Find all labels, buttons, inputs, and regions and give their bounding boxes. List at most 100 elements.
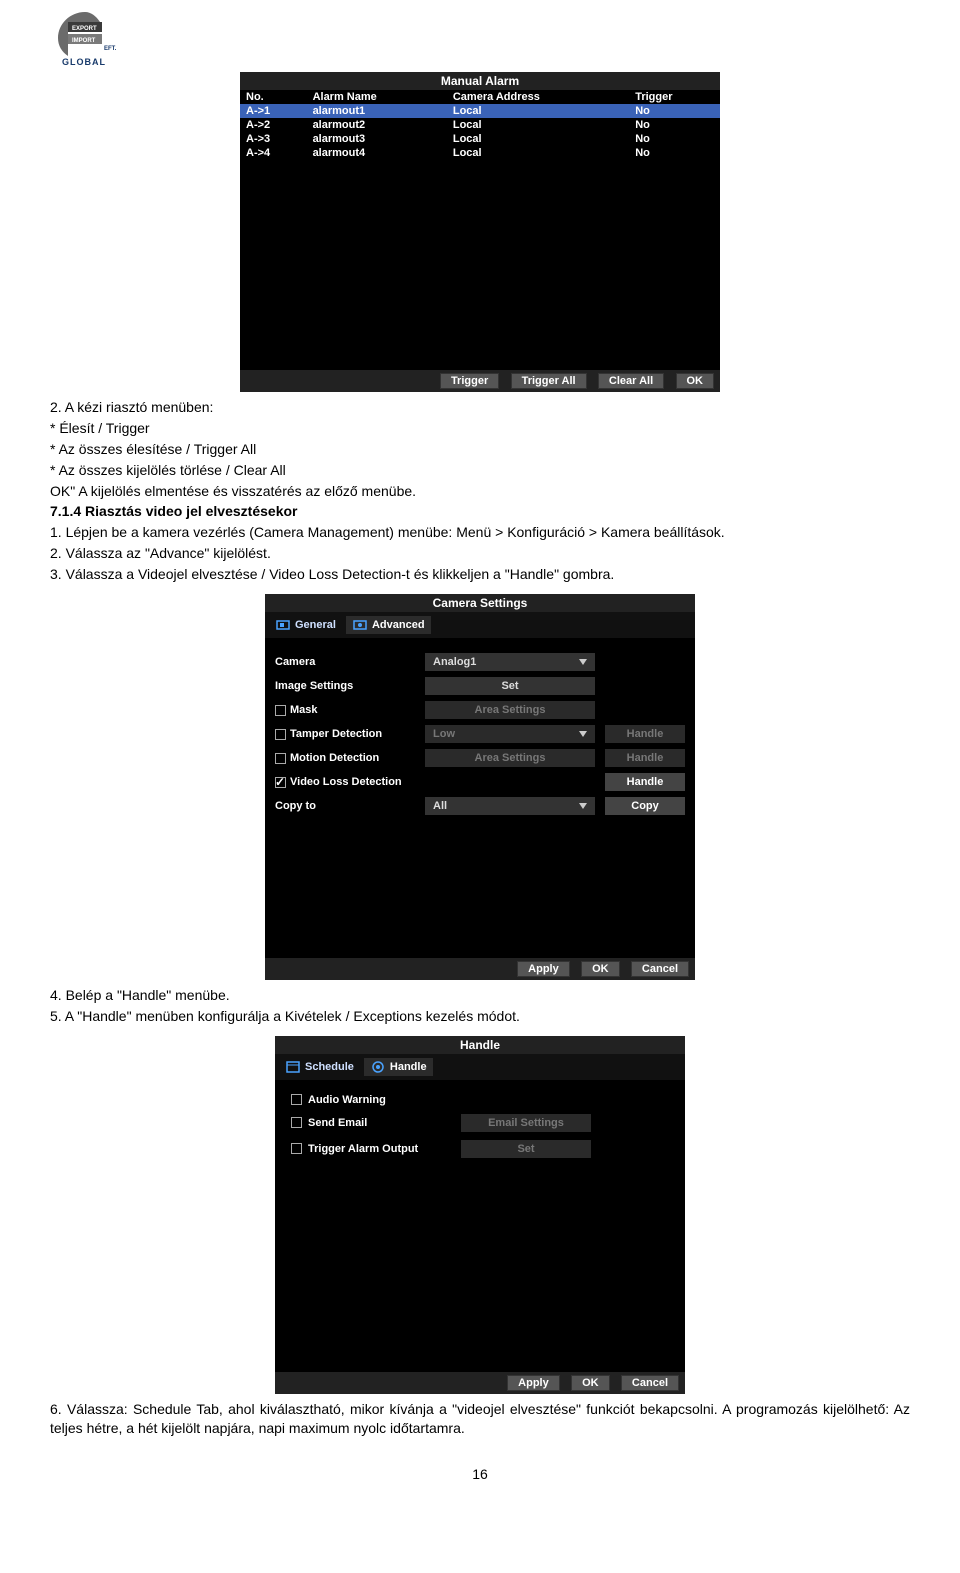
tab-advanced[interactable]: Advanced	[346, 616, 431, 634]
chevron-down-icon	[579, 803, 587, 809]
camera-tabs: General Advanced	[265, 612, 695, 638]
camera-settings-title: Camera Settings	[265, 594, 695, 612]
tab-schedule[interactable]: Schedule	[279, 1058, 360, 1076]
doc-block-3: 6. Válassza: Schedule Tab, ahol kiválasz…	[50, 1400, 910, 1438]
send-email-label: Send Email	[308, 1117, 367, 1129]
row-tamper: Tamper Detection Low Handle	[265, 722, 695, 746]
doc-line: OK" A kijelölés elmentése és visszatérés…	[50, 482, 910, 501]
manual-alarm-table: No. Alarm Name Camera Address Trigger A-…	[240, 90, 720, 160]
video-loss-label: Video Loss Detection	[290, 776, 402, 788]
logo-import-text: IMPORT	[72, 38, 96, 44]
trigger-set-button[interactable]: Set	[461, 1140, 591, 1158]
logo-global-text: GLOBAL	[62, 57, 106, 67]
camera-label: Camera	[275, 656, 415, 668]
table-row[interactable]: A->1 alarmout1 Local No	[240, 104, 720, 118]
col-addr: Camera Address	[447, 90, 629, 104]
row-motion: Motion Detection Area Settings Handle	[265, 746, 695, 770]
table-row[interactable]: A->4 alarmout4 Local No	[240, 146, 720, 160]
ok-button[interactable]: OK	[676, 373, 715, 389]
trigger-all-button[interactable]: Trigger All	[511, 373, 587, 389]
doc-line: 2. Válassza az "Advance" kijelölést.	[50, 544, 910, 563]
handle-title: Handle	[275, 1036, 685, 1054]
clear-all-button[interactable]: Clear All	[598, 373, 664, 389]
row-image-settings: Image Settings Set	[265, 674, 695, 698]
row-video-loss: Video Loss Detection Handle	[265, 770, 695, 794]
copy-button[interactable]: Copy	[605, 797, 685, 815]
brand-logo: EXPORT IMPORT GLOBAL EFT.	[50, 10, 120, 70]
manual-alarm-title: Manual Alarm	[240, 72, 720, 90]
row-trigger-alarm: Trigger Alarm Output Set	[291, 1136, 669, 1162]
doc-heading: 7.1.4 Riasztás video jel elvesztésekor	[50, 502, 910, 521]
row-mask: Mask Area Settings	[265, 698, 695, 722]
row-copy-to: Copy to All Copy	[265, 794, 695, 818]
schedule-icon	[285, 1059, 301, 1075]
doc-line: 4. Belép a "Handle" menübe.	[50, 986, 910, 1005]
audio-warning-checkbox[interactable]	[291, 1094, 302, 1105]
doc-line: * Élesít / Trigger	[50, 419, 910, 438]
handle-tabs: Schedule Handle	[275, 1054, 685, 1080]
tab-handle-label: Handle	[390, 1061, 427, 1073]
audio-warning-label: Audio Warning	[308, 1094, 386, 1106]
row-camera: Camera Analog1	[265, 650, 695, 674]
tab-general-label: General	[295, 619, 336, 631]
chevron-down-icon	[579, 731, 587, 737]
mask-checkbox[interactable]	[275, 705, 286, 716]
apply-button[interactable]: Apply	[517, 961, 570, 977]
tab-advanced-label: Advanced	[372, 619, 425, 631]
mask-label: Mask	[290, 704, 318, 716]
general-icon	[275, 617, 291, 633]
video-loss-handle-button[interactable]: Handle	[605, 773, 685, 791]
trigger-button[interactable]: Trigger	[440, 373, 499, 389]
camera-settings-buttons: Apply OK Cancel	[265, 958, 695, 980]
trigger-alarm-checkbox[interactable]	[291, 1143, 302, 1154]
motion-checkbox[interactable]	[275, 753, 286, 764]
tamper-select[interactable]: Low	[425, 725, 595, 743]
row-send-email: Send Email Email Settings	[291, 1110, 669, 1136]
logo-export-text: EXPORT	[72, 26, 97, 32]
col-trigger: Trigger	[629, 90, 720, 104]
cancel-button[interactable]: Cancel	[621, 1375, 679, 1391]
doc-line: 1. Lépjen be a kamera vezérlés (Camera M…	[50, 523, 910, 542]
doc-line: * Az összes élesítése / Trigger All	[50, 440, 910, 459]
doc-block-1: 2. A kézi riasztó menüben: * Élesít / Tr…	[50, 398, 910, 584]
col-no: No.	[240, 90, 307, 104]
table-row[interactable]: A->3 alarmout3 Local No	[240, 132, 720, 146]
tamper-handle-button[interactable]: Handle	[605, 725, 685, 743]
handle-buttons: Apply OK Cancel	[275, 1372, 685, 1394]
doc-line: 5. A "Handle" menüben konfigurálja a Kiv…	[50, 1007, 910, 1026]
col-name: Alarm Name	[307, 90, 447, 104]
image-settings-label: Image Settings	[275, 680, 415, 692]
row-audio-warning: Audio Warning	[291, 1090, 669, 1110]
manual-alarm-panel: Manual Alarm No. Alarm Name Camera Addre…	[240, 72, 720, 392]
copy-to-label: Copy to	[275, 800, 415, 812]
camera-settings-panel: Camera Settings General Advanced Camera …	[265, 594, 695, 980]
tab-handle[interactable]: Handle	[364, 1058, 433, 1076]
video-loss-checkbox[interactable]	[275, 777, 286, 788]
handle-panel: Handle Schedule Handle Audio Warning Sen…	[275, 1036, 685, 1394]
email-settings-button[interactable]: Email Settings	[461, 1114, 591, 1132]
ok-button[interactable]: OK	[571, 1375, 610, 1391]
tab-general[interactable]: General	[269, 616, 342, 634]
doc-line: 2. A kézi riasztó menüben:	[50, 398, 910, 417]
logo-eft-text: EFT.	[104, 46, 117, 52]
apply-button[interactable]: Apply	[507, 1375, 560, 1391]
table-row[interactable]: A->2 alarmout2 Local No	[240, 118, 720, 132]
tab-schedule-label: Schedule	[305, 1061, 354, 1073]
copy-to-select[interactable]: All	[425, 797, 595, 815]
advanced-icon	[352, 617, 368, 633]
ok-button[interactable]: OK	[581, 961, 620, 977]
motion-label: Motion Detection	[290, 752, 379, 764]
send-email-checkbox[interactable]	[291, 1117, 302, 1128]
motion-handle-button[interactable]: Handle	[605, 749, 685, 767]
handle-icon	[370, 1059, 386, 1075]
doc-block-2: 4. Belép a "Handle" menübe. 5. A "Handle…	[50, 986, 910, 1026]
doc-line: 6. Válassza: Schedule Tab, ahol kiválasz…	[50, 1400, 910, 1438]
page-number: 16	[50, 1466, 910, 1482]
mask-area-button[interactable]: Area Settings	[425, 701, 595, 719]
cancel-button[interactable]: Cancel	[631, 961, 689, 977]
image-set-button[interactable]: Set	[425, 677, 595, 695]
camera-select[interactable]: Analog1	[425, 653, 595, 671]
chevron-down-icon	[579, 659, 587, 665]
motion-area-button[interactable]: Area Settings	[425, 749, 595, 767]
tamper-checkbox[interactable]	[275, 729, 286, 740]
